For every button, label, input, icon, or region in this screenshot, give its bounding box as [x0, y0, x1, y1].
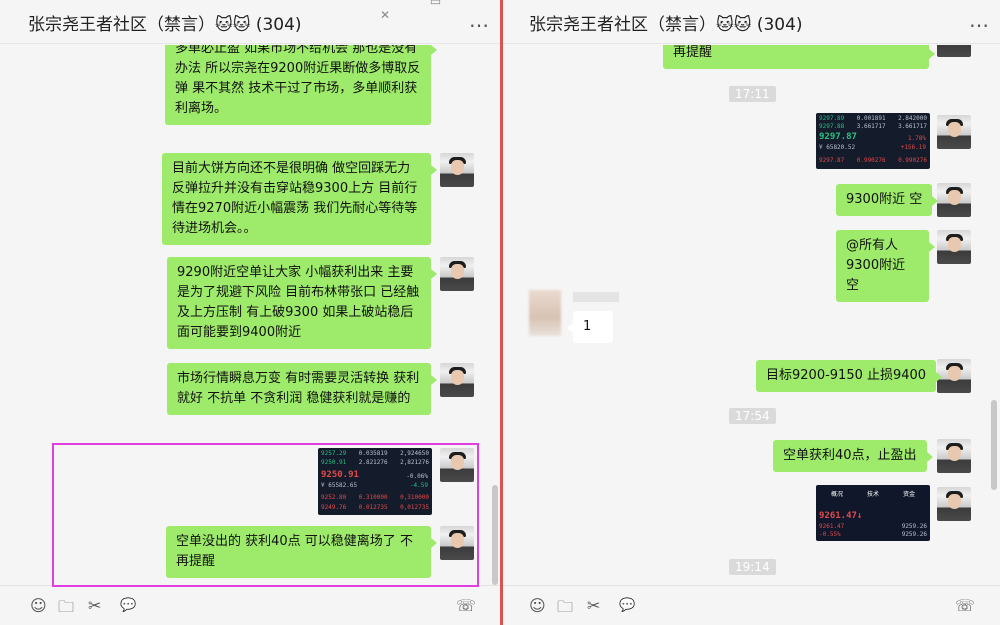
- chart-screenshot-image[interactable]: 9297.89 0.001891 2.842000 9297.88 3.661717 3…: [816, 113, 930, 169]
- mention-text: @所有人: [846, 238, 899, 253]
- message-list[interactable]: 再提醒 17:11 9297.89 0.001891 2.842000 9297.8…: [503, 45, 1000, 585]
- avatar[interactable]: [440, 363, 474, 397]
- chart-screenshot-image[interactable]: 9257.29 0.035819 2,924650 9250.91 2.821276 2…: [318, 448, 432, 515]
- scrollbar[interactable]: [991, 400, 997, 490]
- right-chat-window: 张宗尧王者社区（禁言）🐱🐱 (304) … 再提醒 17:11 9297.89 0…: [503, 0, 1000, 625]
- message-bubble[interactable]: @所有人 9300附近 空: [836, 230, 935, 302]
- chart-subchange: -4.59: [409, 482, 428, 489]
- timestamp: 17:54: [729, 408, 776, 424]
- chat-header: 张宗尧王者社区（禁言）🐱🐱 (304) …: [503, 0, 1000, 44]
- chart-subchange: +156.19: [900, 144, 926, 151]
- chat-title: 张宗尧王者社区（禁言）🐱🐱 (304): [28, 15, 302, 35]
- chart-cell: 0.012735: [358, 504, 388, 511]
- chart-change: -0.06%: [406, 473, 428, 480]
- more-options-button[interactable]: …: [969, 8, 990, 32]
- avatar[interactable]: [440, 257, 474, 291]
- chat-toolbar: ☺ 🗀 ✂ 💬 ☏: [0, 585, 500, 625]
- chart-cell: 3.661717: [898, 123, 927, 130]
- chart-sub: ¥ 65582.65: [321, 482, 358, 489]
- message-bubble[interactable]: 9290附近空单让大家 小幅获利出来 主要是为了规避下风险 目前布林带张口 已经…: [167, 257, 437, 349]
- folder-icon[interactable]: 🗀: [58, 596, 74, 623]
- avatar-blurred[interactable]: [529, 290, 561, 336]
- avatar[interactable]: [440, 153, 474, 187]
- chat-toolbar: ☺ 🗀 ✂ 💬 ☏: [503, 585, 1000, 625]
- message-bubble[interactable]: 目前大饼方向还不是很明确 做空回踩无力反弹拉升并没有击穿站稳9300上方 目前行…: [162, 153, 437, 245]
- chart-cell: 9250.91: [321, 459, 347, 466]
- avatar[interactable]: [937, 230, 971, 264]
- more-options-button[interactable]: …: [469, 8, 490, 32]
- message-text: 9300附近 空: [846, 258, 906, 293]
- avatar[interactable]: [440, 448, 474, 482]
- chart-price: 9261.47: [819, 511, 857, 521]
- chart-price: 9250.91: [321, 470, 359, 480]
- timestamp: 19:14: [729, 559, 776, 575]
- chart-tab: 资金: [902, 491, 915, 498]
- chart-cell: 0.990276: [856, 157, 886, 164]
- message-bubble[interactable]: 1: [567, 311, 613, 343]
- chart-screenshot-image[interactable]: 概况 技术 资金 9261.47↓ 9261.47 9259.26 -0.55% 9…: [816, 485, 930, 541]
- chart-cell: 0.310000: [358, 494, 388, 501]
- chart-cell: 9259.26: [901, 531, 927, 538]
- scrollbar[interactable]: [492, 485, 498, 585]
- emoji-icon[interactable]: ☺: [529, 596, 546, 615]
- message-bubble[interactable]: 多单必止盈 如果市场不给机会 那也是没有办法 所以宗尧在9200附近果断做多博取…: [165, 45, 437, 125]
- message-bubble[interactable]: 空单获利40点，止盈出: [773, 440, 933, 472]
- chart-cell: 2.821276: [358, 459, 388, 466]
- chart-cell: 9297.87: [819, 157, 845, 164]
- chart-cell: 0.990276: [898, 157, 927, 164]
- chat-title: 张宗尧王者社区（禁言）🐱🐱 (304): [529, 15, 803, 35]
- timestamp: 17:11: [729, 86, 776, 102]
- phone-icon[interactable]: ☏: [955, 596, 975, 615]
- avatar[interactable]: [937, 439, 971, 473]
- scissors-icon[interactable]: ✂: [587, 596, 600, 615]
- message-bubble[interactable]: 目标9200-9150 止损9400: [756, 360, 943, 392]
- chart-cell: 0.035819: [358, 450, 388, 457]
- emoji-icon[interactable]: ☺: [30, 596, 47, 615]
- chart-price: 9297.87: [819, 132, 857, 142]
- folder-icon[interactable]: 🗀: [557, 596, 573, 623]
- arrow-icon: ↓: [856, 511, 863, 521]
- avatar[interactable]: [937, 183, 971, 217]
- chart-cell: 9249.76: [321, 504, 347, 511]
- chart-cell: 9257.29: [321, 450, 347, 457]
- chart-cell: 9297.88: [819, 123, 845, 130]
- avatar[interactable]: [937, 45, 971, 57]
- avatar[interactable]: [937, 359, 971, 393]
- chart-cell: 0,310000: [400, 494, 429, 501]
- avatar[interactable]: [937, 115, 971, 149]
- message-list[interactable]: 多单必止盈 如果市场不给机会 那也是没有办法 所以宗尧在9200附近果断做多博取…: [0, 45, 500, 585]
- chat-history-icon[interactable]: 💬: [619, 598, 635, 613]
- avatar[interactable]: [440, 526, 474, 560]
- chart-cell: -0.55%: [819, 531, 841, 538]
- phone-icon[interactable]: ☏: [456, 596, 476, 615]
- message-bubble[interactable]: 空单没出的 获利40点 可以稳健离场了 不再提醒: [166, 526, 437, 578]
- chart-cell: 0,012735: [400, 504, 429, 511]
- message-bubble[interactable]: 再提醒: [663, 45, 935, 69]
- chart-cell: 2,924650: [400, 450, 429, 457]
- chat-header: ⌃ ▭ ✕ 张宗尧王者社区（禁言）🐱🐱 (304) …: [0, 0, 500, 44]
- message-bubble[interactable]: 9300附近 空: [836, 184, 939, 216]
- avatar[interactable]: [937, 487, 971, 521]
- chart-cell: 2,821276: [400, 459, 429, 466]
- chart-change: 1.78%: [907, 135, 926, 142]
- chart-tab: 技术: [866, 491, 879, 498]
- chart-sub: ¥ 65820.52: [819, 144, 856, 151]
- scissors-icon[interactable]: ✂: [88, 596, 101, 615]
- left-chat-window: ⌃ ▭ ✕ 张宗尧王者社区（禁言）🐱🐱 (304) … 多单必止盈 如果市场不给…: [0, 0, 500, 625]
- chart-tab: 概况: [830, 491, 843, 498]
- chart-cell: 9252.80: [321, 494, 347, 501]
- message-bubble[interactable]: 市场行情瞬息万变 有时需要灵活转换 获利就好 不抗单 不贪利润 稳健获利就是赚的: [167, 363, 437, 415]
- chat-history-icon[interactable]: 💬: [120, 598, 136, 613]
- sender-name-blurred: [573, 292, 619, 302]
- chart-cell: 3.661717: [856, 123, 886, 130]
